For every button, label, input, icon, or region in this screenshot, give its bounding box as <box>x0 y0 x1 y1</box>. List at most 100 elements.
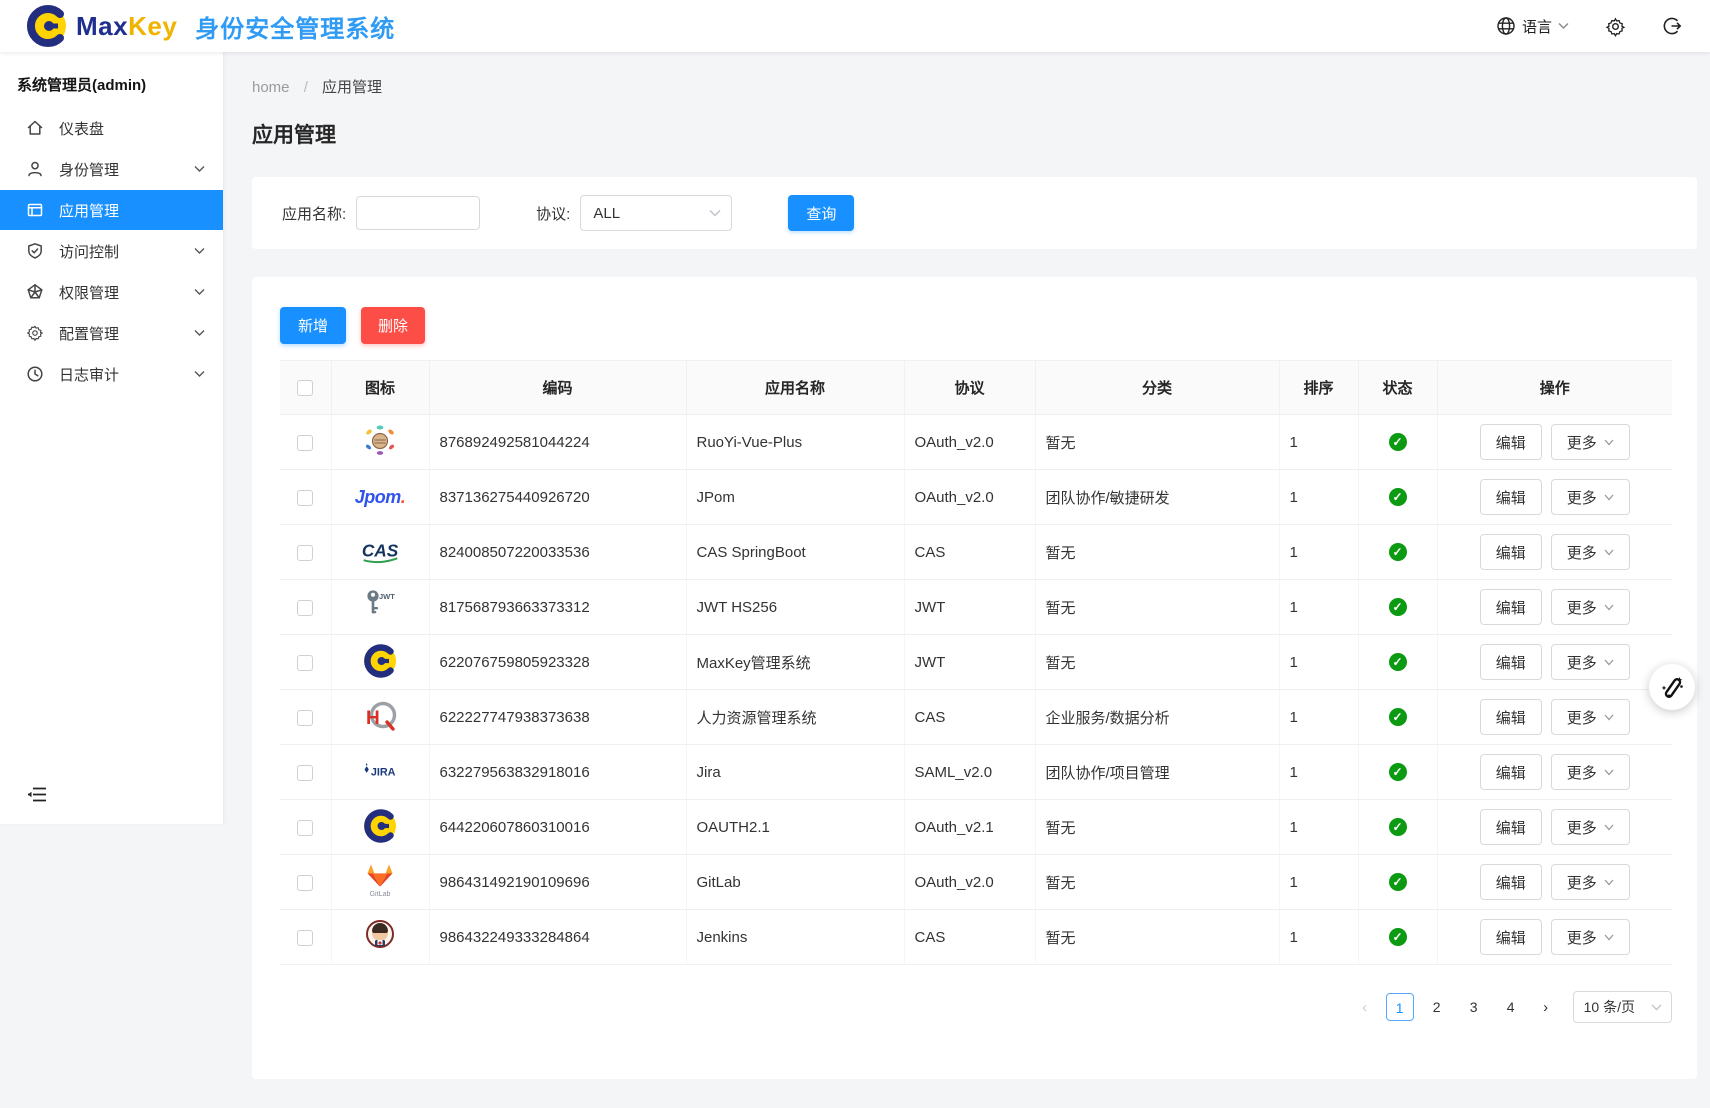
row-checkbox[interactable] <box>297 930 313 946</box>
more-button[interactable]: 更多 <box>1551 479 1630 515</box>
chevron-down-icon <box>194 329 205 337</box>
more-button[interactable]: 更多 <box>1551 589 1630 625</box>
row-checkbox[interactable] <box>297 875 313 891</box>
cell-icon: CAS <box>331 525 429 580</box>
edit-button[interactable]: 编辑 <box>1480 479 1542 515</box>
select-all-checkbox[interactable] <box>297 380 313 396</box>
more-button[interactable]: 更多 <box>1551 699 1630 735</box>
edit-button[interactable]: 编辑 <box>1480 589 1542 625</box>
sidebar-item-audit[interactable]: 日志审计 <box>0 354 223 394</box>
cell-icon: JWT <box>331 580 429 635</box>
cell-category: 暂无 <box>1035 635 1279 690</box>
cell-actions: 编辑更多 <box>1437 525 1672 580</box>
pagination-page-3[interactable]: 3 <box>1460 993 1488 1021</box>
pagination-page-2[interactable]: 2 <box>1423 993 1451 1021</box>
breadcrumb: home / 应用管理 <box>224 52 1710 97</box>
pagination-prev-icon[interactable]: ‹ <box>1353 999 1377 1016</box>
protocol-selected-value: ALL <box>593 205 620 222</box>
cell-sort: 1 <box>1279 580 1358 635</box>
cell-icon <box>331 415 429 470</box>
cell-status: ✓ <box>1358 910 1437 965</box>
cell-protocol: OAuth_v2.0 <box>904 415 1035 470</box>
edit-button[interactable]: 编辑 <box>1480 809 1542 845</box>
cell-icon <box>331 910 429 965</box>
more-label: 更多 <box>1567 487 1597 508</box>
pagination-next-icon[interactable]: › <box>1534 999 1558 1016</box>
delete-button[interactable]: 删除 <box>361 307 425 344</box>
edit-button[interactable]: 编辑 <box>1480 919 1542 955</box>
edit-button[interactable]: 编辑 <box>1480 424 1542 460</box>
row-checkbox[interactable] <box>297 600 313 616</box>
cell-sort: 1 <box>1279 855 1358 910</box>
pagination-page-4[interactable]: 4 <box>1497 993 1525 1021</box>
row-checkbox[interactable] <box>297 765 313 781</box>
cell-category: 企业服务/数据分析 <box>1035 690 1279 745</box>
language-switcher[interactable]: 语言 <box>1496 16 1569 37</box>
sidebar-item-label: 配置管理 <box>59 323 119 344</box>
search-button[interactable]: 查询 <box>788 195 854 231</box>
row-checkbox[interactable] <box>297 435 313 451</box>
sidebar-collapse-icon[interactable] <box>26 785 48 810</box>
cell-sort: 1 <box>1279 745 1358 800</box>
chevron-down-icon <box>709 209 721 217</box>
cell-code: 622227747938373638 <box>429 690 686 745</box>
row-checkbox[interactable] <box>297 820 313 836</box>
sidebar-item-access[interactable]: 访问控制 <box>0 231 223 271</box>
status-enabled-icon: ✓ <box>1389 708 1407 726</box>
app-name-input[interactable] <box>356 196 480 230</box>
chevron-down-icon <box>1604 879 1614 886</box>
row-checkbox[interactable] <box>297 545 313 561</box>
more-button[interactable]: 更多 <box>1551 864 1630 900</box>
jira-icon: JIRA <box>360 753 400 791</box>
edit-button[interactable]: 编辑 <box>1480 864 1542 900</box>
edit-button[interactable]: 编辑 <box>1480 534 1542 570</box>
cell-name: RuoYi-Vue-Plus <box>686 415 904 470</box>
more-button[interactable]: 更多 <box>1551 919 1630 955</box>
cell-sort: 1 <box>1279 470 1358 525</box>
breadcrumb-home[interactable]: home <box>252 79 290 96</box>
row-checkbox[interactable] <box>297 655 313 671</box>
table-row: 876892492581044224RuoYi-Vue-PlusOAuth_v2… <box>280 415 1672 470</box>
more-button[interactable]: 更多 <box>1551 644 1630 680</box>
sidebar-item-identity[interactable]: 身份管理 <box>0 149 223 189</box>
edit-button[interactable]: 编辑 <box>1480 644 1542 680</box>
settings-gear-icon[interactable] <box>1605 16 1626 37</box>
svg-text:GitLab: GitLab <box>370 890 391 898</box>
more-button[interactable]: 更多 <box>1551 754 1630 790</box>
more-button[interactable]: 更多 <box>1551 534 1630 570</box>
cell-category: 暂无 <box>1035 580 1279 635</box>
col-code: 编码 <box>429 361 686 415</box>
logout-icon[interactable] <box>1662 16 1682 36</box>
protocol-select[interactable]: ALL <box>580 195 732 231</box>
cell-actions: 编辑更多 <box>1437 800 1672 855</box>
sidebar-item-permission[interactable]: 权限管理 <box>0 272 223 312</box>
col-category: 分类 <box>1035 361 1279 415</box>
pagination-page-1[interactable]: 1 <box>1386 993 1414 1021</box>
sidebar-item-config[interactable]: 配置管理 <box>0 313 223 353</box>
row-checkbox[interactable] <box>297 490 313 506</box>
row-checkbox[interactable] <box>297 710 313 726</box>
more-label: 更多 <box>1567 927 1597 948</box>
status-enabled-icon: ✓ <box>1389 653 1407 671</box>
cell-sort: 1 <box>1279 690 1358 745</box>
edit-button[interactable]: 编辑 <box>1480 699 1542 735</box>
magic-wand-fab[interactable] <box>1649 664 1695 710</box>
ruoyi-icon <box>360 421 400 459</box>
cell-status: ✓ <box>1358 800 1437 855</box>
sidebar-item-dashboard[interactable]: 仪表盘 <box>0 108 223 148</box>
cell-select <box>280 525 331 580</box>
cell-icon: Jpom. <box>331 470 429 525</box>
edit-button[interactable]: 编辑 <box>1480 754 1542 790</box>
table-row: 986432249333284864JenkinsCAS暂无1✓编辑更多 <box>280 910 1672 965</box>
table-row: 644220607860310016OAUTH2.1OAuth_v2.1暂无1✓… <box>280 800 1672 855</box>
chevron-down-icon <box>194 370 205 378</box>
more-button[interactable]: 更多 <box>1551 809 1630 845</box>
svg-text:CAS: CAS <box>362 540 399 560</box>
add-button[interactable]: 新增 <box>280 307 346 344</box>
cell-sort: 1 <box>1279 525 1358 580</box>
cell-protocol: SAML_v2.0 <box>904 745 1035 800</box>
sidebar-item-apps[interactable]: 应用管理 <box>0 190 223 230</box>
page-size-select[interactable]: 10 条/页 <box>1573 991 1672 1023</box>
more-button[interactable]: 更多 <box>1551 424 1630 460</box>
cell-status: ✓ <box>1358 580 1437 635</box>
